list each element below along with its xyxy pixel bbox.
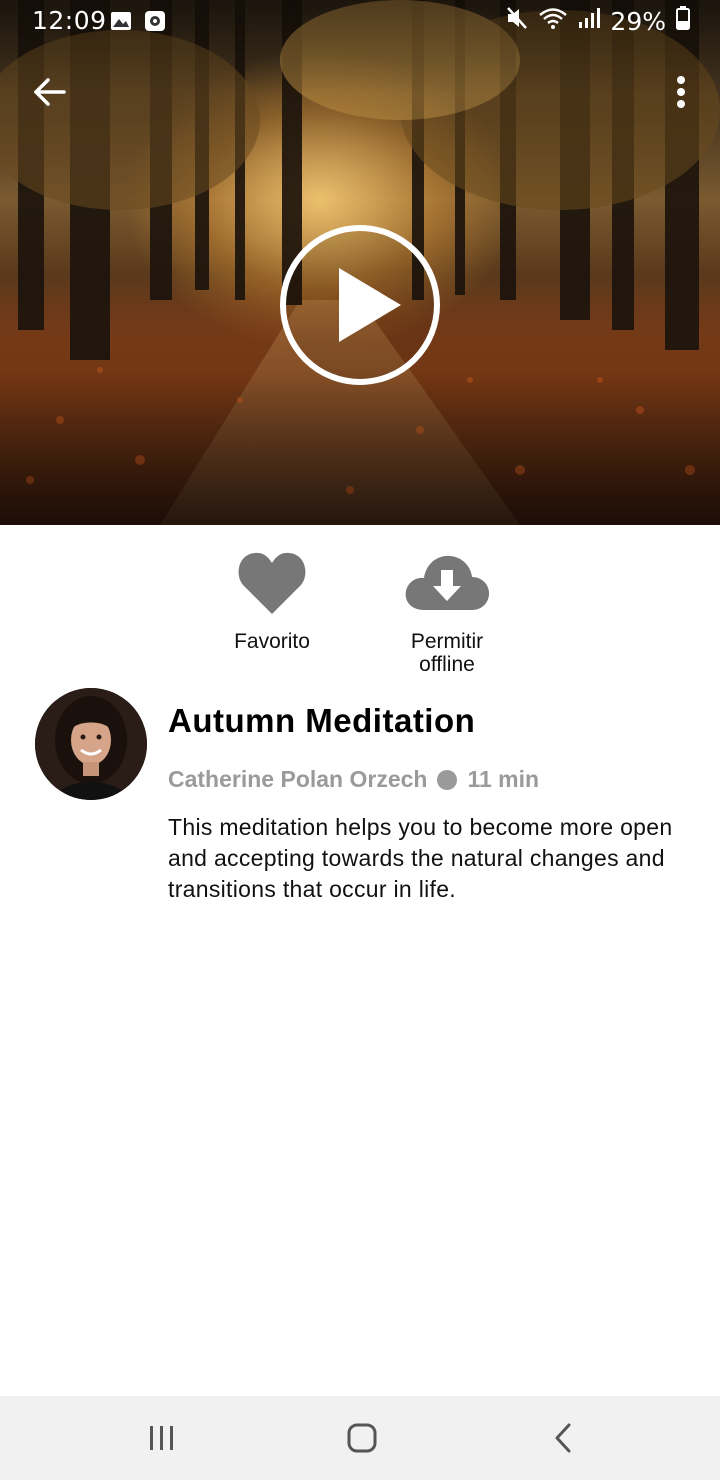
author-portrait	[35, 688, 147, 800]
meditation-description: This meditation helps you to become more…	[168, 814, 673, 902]
home-button[interactable]	[342, 1418, 382, 1458]
favorite-label: Favorito	[234, 630, 310, 653]
mute-icon	[506, 6, 528, 36]
more-options-button[interactable]	[664, 70, 698, 114]
separator-dot	[437, 769, 458, 790]
download-offline-button[interactable]: Permitir offline	[382, 550, 512, 676]
app-icon	[144, 9, 166, 38]
system-back-button[interactable]	[544, 1418, 584, 1458]
system-nav-bar	[0, 1396, 720, 1480]
heart-icon	[238, 552, 306, 614]
status-bar: 12:09 29%	[0, 0, 720, 40]
offline-label-line2: offline	[419, 653, 475, 676]
signal-icon	[578, 6, 601, 36]
cloud-download-icon	[405, 555, 490, 610]
back-icon	[555, 1423, 571, 1453]
arrow-left-icon	[34, 78, 66, 106]
author-avatar	[35, 688, 147, 800]
battery-percentage: 29%	[610, 6, 666, 36]
author-name[interactable]: Catherine Polan Orzech	[168, 766, 427, 793]
meditation-title: Autumn Meditation	[168, 702, 476, 739]
recents-button[interactable]	[142, 1418, 182, 1458]
favorite-button[interactable]: Favorito	[212, 550, 332, 653]
offline-label-line1: Permitir	[410, 630, 484, 653]
image-icon	[110, 9, 132, 38]
meditation-meta: Catherine Polan Orzech 11 min	[168, 766, 539, 793]
wifi-icon	[538, 6, 568, 36]
battery-icon	[676, 6, 690, 36]
status-time: 12:09	[32, 6, 107, 35]
play-button[interactable]	[279, 224, 441, 386]
duration: 11 min	[467, 766, 540, 792]
play-circle-icon	[280, 225, 440, 385]
recents-icon	[150, 1426, 173, 1450]
more-vertical-icon	[677, 76, 685, 108]
home-icon	[347, 1423, 377, 1453]
back-button[interactable]	[28, 70, 72, 114]
